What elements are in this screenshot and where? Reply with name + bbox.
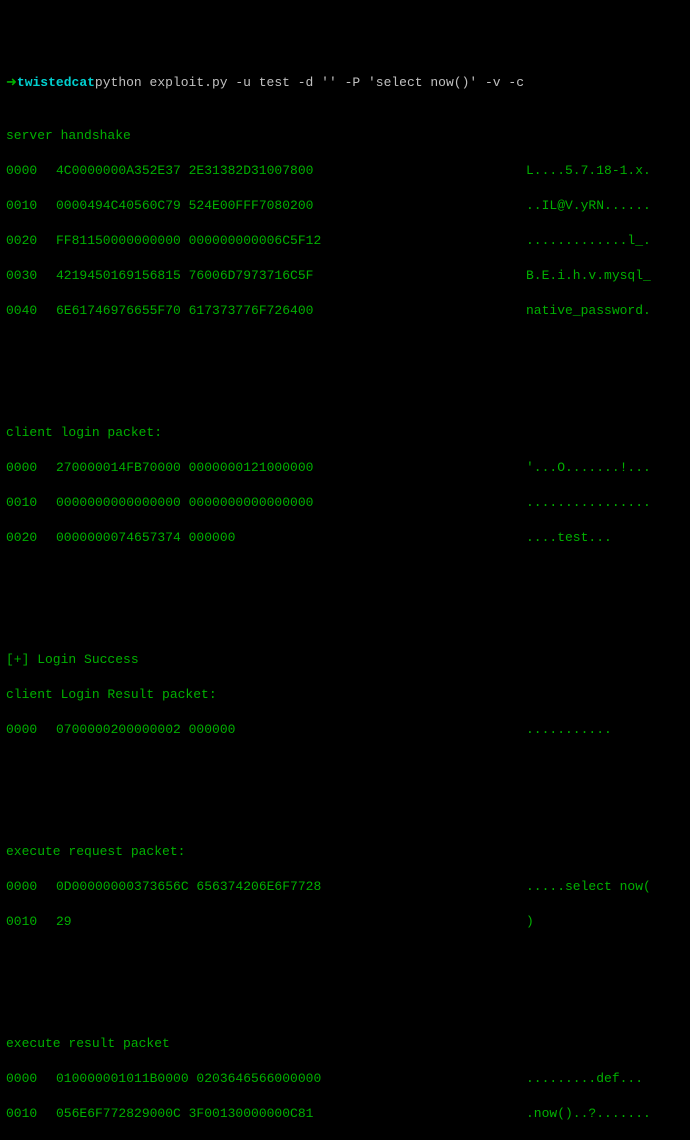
section-heading-server-handshake: server handshake (6, 127, 684, 145)
hex-offset: 0000 (6, 721, 56, 739)
hex-bytes: 0700000200000002 000000 (56, 721, 356, 739)
hex-bytes: 4219450169156815 76006D7973716C5F (56, 267, 356, 285)
hex-offset: 0010 (6, 197, 56, 215)
hex-ascii: ..IL@V.yRN...... (356, 197, 684, 215)
hex-row: 00100000494C40560C79 524E00FFF7080200..I… (6, 197, 684, 215)
hex-ascii: ................ (356, 494, 684, 512)
hex-offset: 0010 (6, 913, 56, 931)
command-text: python exploit.py -u test -d '' -P 'sele… (95, 74, 524, 92)
hex-row: 00004C0000000A352E37 2E31382D31007800L..… (6, 162, 684, 180)
section-heading-client-login: client login packet: (6, 424, 684, 442)
hex-ascii: .now()..?....... (356, 1105, 684, 1123)
prompt-directory: twistedcat (17, 74, 95, 92)
hex-offset: 0020 (6, 232, 56, 250)
command-line[interactable]: ➜ twistedcat python exploit.py -u test -… (6, 74, 684, 92)
hex-row: 001029) (6, 913, 684, 931)
hex-offset: 0000 (6, 878, 56, 896)
hex-bytes: 0000494C40560C79 524E00FFF7080200 (56, 197, 356, 215)
hex-bytes: 0000000074657374 000000 (56, 529, 356, 547)
hex-ascii: L....5.7.18-1.x. (356, 162, 684, 180)
hex-offset: 0000 (6, 162, 56, 180)
hex-bytes: 0000000000000000 0000000000000000 (56, 494, 356, 512)
hex-row: 00000700000200000002 000000........... (6, 721, 684, 739)
hex-offset: 0010 (6, 1105, 56, 1123)
hex-offset: 0040 (6, 302, 56, 320)
hex-row: 0000270000014FB70000 0000000121000000'..… (6, 459, 684, 477)
hex-offset: 0010 (6, 494, 56, 512)
hex-ascii: '...O.......!... (356, 459, 684, 477)
section-heading-execute-result: execute result packet (6, 1035, 684, 1053)
hex-ascii: .....select now( (356, 878, 684, 896)
hex-bytes: 6E61746976655F70 617373776F726400 (56, 302, 356, 320)
hex-row: 00100000000000000000 0000000000000000...… (6, 494, 684, 512)
section-heading-login-result: client Login Result packet: (6, 686, 684, 704)
hex-bytes: 056E6F772829000C 3F00130000000C81 (56, 1105, 356, 1123)
hex-bytes: 0D00000000373656C 656374206E6F7728 (56, 878, 356, 896)
hex-ascii: .............l_. (356, 232, 684, 250)
prompt-arrow: ➜ (6, 74, 17, 92)
hex-row: 00000D00000000373656C 656374206E6F7728..… (6, 878, 684, 896)
hex-offset: 0020 (6, 529, 56, 547)
hex-row: 0000010000001011B0000 0203646566000000..… (6, 1070, 684, 1088)
section-heading-execute-request: execute request packet: (6, 843, 684, 861)
hex-ascii: .........def... (356, 1070, 684, 1088)
hex-bytes: FF81150000000000 000000000006C5F12 (56, 232, 356, 250)
hex-bytes: 4C0000000A352E37 2E31382D31007800 (56, 162, 356, 180)
hex-row: 0010056E6F772829000C 3F00130000000C81.no… (6, 1105, 684, 1123)
hex-ascii: ) (356, 913, 684, 931)
login-success-message: [+] Login Success (6, 651, 684, 669)
hex-bytes: 270000014FB70000 0000000121000000 (56, 459, 356, 477)
hex-bytes: 29 (56, 913, 356, 931)
hex-ascii: ........... (356, 721, 684, 739)
hex-offset: 0000 (6, 459, 56, 477)
hex-offset: 0030 (6, 267, 56, 285)
hex-ascii: B.E.i.h.v.mysql_ (356, 267, 684, 285)
hex-offset: 0000 (6, 1070, 56, 1088)
hex-ascii: ....test... (356, 529, 684, 547)
hex-row: 00406E61746976655F70 617373776F726400nat… (6, 302, 684, 320)
hex-ascii: native_password. (356, 302, 684, 320)
hex-row: 00200000000074657374 000000....test... (6, 529, 684, 547)
hex-bytes: 010000001011B0000 0203646566000000 (56, 1070, 356, 1088)
hex-row: 0020FF81150000000000 000000000006C5F12..… (6, 232, 684, 250)
hex-row: 00304219450169156815 76006D7973716C5FB.E… (6, 267, 684, 285)
